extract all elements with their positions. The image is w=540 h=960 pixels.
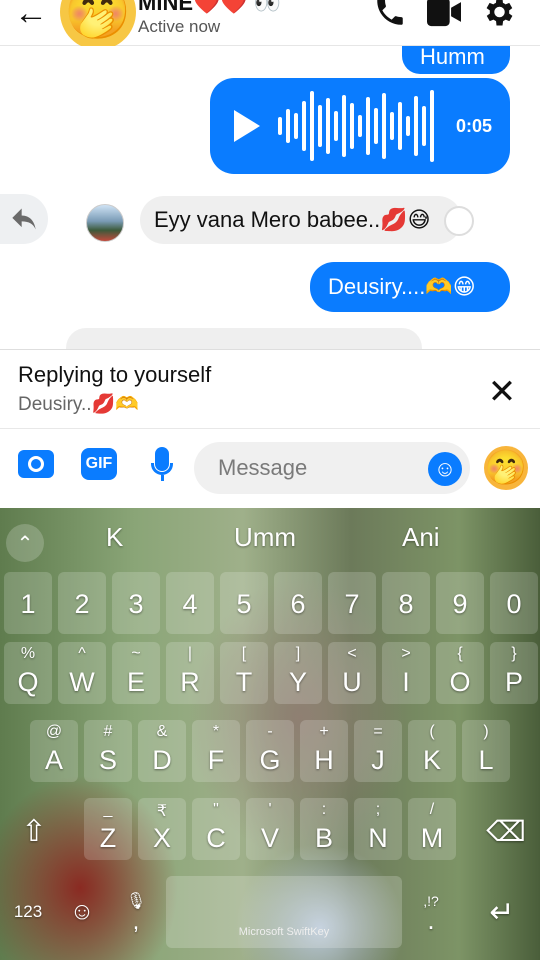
key-c[interactable]: " C [192,798,240,860]
key-s[interactable]: # S [84,720,132,782]
emoji-key-icon[interactable]: ☺ [58,884,106,940]
play-icon[interactable] [234,110,260,142]
key-f[interactable]: * F [192,720,240,782]
key-y[interactable]: ] Y [274,642,322,704]
waveform-icon [278,88,438,164]
active-status: Active now [138,17,221,36]
key-p[interactable]: } P [490,642,538,704]
incoming-message[interactable]: Eyy vana Mero babee..💋😅 [140,196,462,244]
contact-name[interactable]: MINE❤️❤️ 👀 [138,0,281,16]
space-bar[interactable]: Microsoft SwiftKey [166,876,402,948]
chevron-up-icon[interactable]: ⌃ [6,524,44,562]
key-n[interactable]: ; N [354,798,402,860]
key-u[interactable]: < U [328,642,376,704]
reply-title: Replying to yourself [18,362,212,387]
key-3[interactable]: 3 [112,572,160,634]
reply-quoted-text: Deusiry..💋🫶 [18,394,139,415]
back-arrow-icon[interactable]: ← [14,0,48,30]
enter-icon[interactable]: ↵ [474,884,530,940]
partial-message[interactable] [66,328,422,350]
backspace-icon[interactable]: ⌫ [478,800,534,862]
smiley-icon[interactable]: ☺ [428,452,462,486]
sender-avatar[interactable] [86,204,124,242]
suggestion-3[interactable]: Ani [402,522,440,553]
key-8[interactable]: 8 [382,572,430,634]
reply-arrow-icon[interactable] [0,194,48,244]
comma-key[interactable]: 🎙 , [112,880,160,944]
suggestion-2[interactable]: Umm [234,522,296,553]
key-t[interactable]: [T [220,642,268,704]
key-x[interactable]: ₹ X [138,798,186,860]
period-key[interactable]: ,!? . [406,880,456,944]
key-7[interactable]: 7 [328,572,376,634]
microphone-icon[interactable] [146,444,178,484]
outgoing-message-humm[interactable]: Humm [402,46,510,74]
voice-message[interactable]: 0:05 [210,78,510,174]
camera-icon[interactable] [16,444,56,484]
key-j[interactable]: = J [354,720,402,782]
key-2[interactable]: 2 [58,572,106,634]
key-9[interactable]: 9 [436,572,484,634]
key-1[interactable]: 1 [4,572,52,634]
key-i[interactable]: > I [382,642,430,704]
key-e[interactable]: ~ E [112,642,160,704]
key-o[interactable]: {O [436,642,484,704]
message-composer: GIF ☺ 🤭 [0,430,540,508]
key-l[interactable]: ) L [462,720,510,782]
key-m[interactable]: / M [408,798,456,860]
keyboard: ⌃ K Umm Ani 1 2 3 4 5 6 7 8 9 0 % Q ^ W ~ E… [0,508,540,960]
close-icon[interactable]: ✕ [482,372,522,412]
key-h[interactable]: + H [300,720,348,782]
key-q[interactable]: % Q [4,642,52,704]
gif-button[interactable]: GIF [80,444,118,484]
quick-emoji-button[interactable]: 🤭 [484,446,528,490]
key-d[interactable]: & D [138,720,186,782]
key-k[interactable]: (K [408,720,456,782]
key-v[interactable]: ' V [246,798,294,860]
key-5[interactable]: 5 [220,572,268,634]
key-b[interactable]: :B [300,798,348,860]
key-z[interactable]: _ Z [84,798,132,860]
gif-label: GIF [81,448,117,480]
reaction-ring-icon[interactable] [444,206,474,236]
key-0[interactable]: 0 [490,572,538,634]
key-a[interactable]: @ A [30,720,78,782]
numbers-key[interactable]: 123 [4,884,52,940]
key-r[interactable]: | R [166,642,214,704]
key-4[interactable]: 4 [166,572,214,634]
contact-avatar[interactable]: 🤭 [60,0,136,50]
phone-icon[interactable] [370,0,410,30]
reply-preview-bar: Replying to yourself Deusiry..💋🫶 ✕ [0,349,540,429]
key-w[interactable]: ^ W [58,642,106,704]
outgoing-message-deusiry[interactable]: Deusiry....🫶😁 [310,262,510,312]
message-list[interactable]: Humm 0:05 Eyy vana Mero babee..💋😅 Deusir… [0,46,540,350]
chat-header: ← 🤭 MINE❤️❤️ 👀 Active now [0,0,540,50]
key-g[interactable]: -G [246,720,294,782]
suggestion-1[interactable]: K [106,522,123,553]
video-call-icon[interactable] [424,0,464,30]
settings-gear-icon[interactable] [478,0,518,30]
key-6[interactable]: 6 [274,572,322,634]
shift-icon[interactable]: ⇧ [8,800,60,862]
voice-duration: 0:05 [455,116,492,136]
